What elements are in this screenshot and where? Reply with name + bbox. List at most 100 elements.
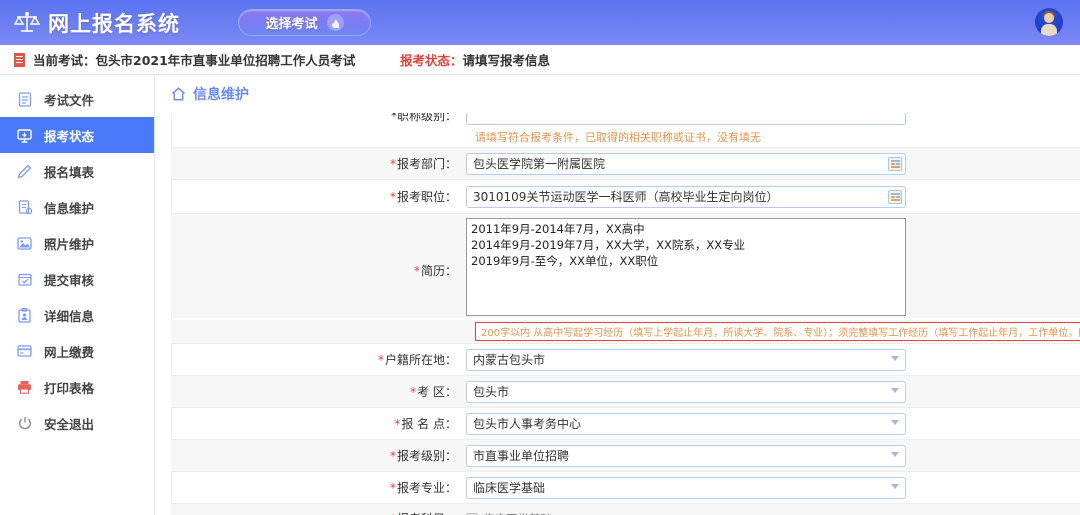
sidebar-label: 安全退出 <box>44 416 95 432</box>
required-mark: * <box>389 157 396 171</box>
sidebar-item-info-maintenance[interactable]: 信息维护 <box>0 189 154 225</box>
sidebar-label: 信息维护 <box>44 200 95 216</box>
household-select[interactable] <box>466 348 906 371</box>
user-avatar-icon[interactable] <box>1035 8 1063 36</box>
position-input-wrap <box>466 185 906 208</box>
exam-area-label: *考 区： <box>171 383 466 400</box>
household-select-wrap <box>466 348 906 371</box>
pencil-edit-icon <box>16 163 33 180</box>
document-icon <box>14 52 25 67</box>
sidebar-label: 网上缴费 <box>44 344 95 360</box>
home-icon <box>171 87 186 101</box>
cut-off-row: *职称级别： <box>171 113 1080 127</box>
apply-subject-label: *报考科目： <box>171 510 466 515</box>
resume-warning-row: 200字以内 从高中写起学习经历（填写上学起止年月，所读大学、院系、专业）；须完… <box>171 320 1080 343</box>
avatar-head <box>1044 13 1054 23</box>
hand-pointer-icon <box>326 14 344 31</box>
resume-textarea[interactable]: 2011年9月-2014年7月，XX高中 2014年9月-2019年7月，XX大… <box>466 218 906 316</box>
apply-level-label-text: 报考级别： <box>396 449 457 463</box>
sidebar-label: 提交审核 <box>44 272 95 288</box>
avatar-body <box>1041 24 1057 36</box>
sidebar-label: 考试文件 <box>44 92 95 108</box>
file-document-icon <box>16 91 33 108</box>
sidebar-label: 报考状态 <box>44 128 95 144</box>
exam-area-row: *考 区： <box>171 375 1080 407</box>
breadcrumb: 信息维护 <box>155 79 1080 109</box>
select-exam-button[interactable]: 选择考试 <box>238 9 371 36</box>
exam-area-select-wrap <box>466 380 906 403</box>
sidebar-item-online-payment[interactable]: 网上缴费 <box>0 333 154 369</box>
sidebar-item-photo-maintenance[interactable]: 照片维护 <box>0 225 154 261</box>
resume-warning-text: 200字以内 从高中写起学习经历（填写上学起止年月，所读大学、院系、专业）；须完… <box>481 328 1080 339</box>
apply-status: 报考状态：请填写报考信息 <box>400 50 550 69</box>
resume-row: *简历： 2011年9月-2014年7月，XX高中 2014年9月-2019年7… <box>171 213 1080 318</box>
department-input-wrap <box>466 152 906 175</box>
sidebar-item-submit-review[interactable]: 提交审核 <box>0 261 154 297</box>
sidebar-item-logout[interactable]: 安全退出 <box>0 405 154 441</box>
apply-level-label: *报考级别： <box>171 447 466 464</box>
position-row: *报考职位： <box>171 179 1080 213</box>
signup-point-row: *报 名 点： <box>171 407 1080 439</box>
sidebar-nav: 考试文件 报考状态 报名填表 信息维护 照片维护 提交审核 详细信息 网上缴费 … <box>0 75 155 515</box>
sidebar-label: 打印表格 <box>44 380 95 396</box>
cut-off-label: *职称级别： <box>390 113 457 123</box>
apply-level-select-wrap <box>466 444 906 467</box>
resume-warning-box: 200字以内 从高中写起学习经历（填写上学起止年月，所读大学、院系、专业）；须完… <box>475 322 1080 341</box>
apply-major-label: *报考专业： <box>171 479 466 496</box>
exam-area-label-text: 考 区： <box>417 385 457 399</box>
photo-image-icon <box>16 235 33 252</box>
exam-status-bar: 当前考试：包头市2021年市直事业单位招聘工作人员考试 报考状态：请填写报考信息 <box>0 45 1080 75</box>
certificate-hint-row: 请填写符合报考条件，已取得的相关职称或证书，没有填无 <box>171 127 1080 147</box>
info-form: *职称级别： 请填写符合报考条件，已取得的相关职称或证书，没有填无 *报考部门： <box>171 113 1080 515</box>
cut-off-input[interactable] <box>466 113 906 125</box>
power-off-icon <box>16 415 33 432</box>
required-mark: * <box>410 385 417 399</box>
breadcrumb-title: 信息维护 <box>193 87 249 103</box>
grid-picker-icon[interactable] <box>888 156 902 171</box>
signup-point-label-text: 报 名 点： <box>401 417 457 431</box>
required-mark: * <box>389 190 396 204</box>
apply-major-row: *报考专业： <box>171 471 1080 503</box>
exam-area-select[interactable] <box>466 380 906 403</box>
clipboard-person-icon <box>16 307 33 324</box>
sidebar-item-apply-status[interactable]: 报考状态 <box>0 117 154 153</box>
app-header: 网上报名系统 选择考试 <box>0 0 1080 45</box>
required-mark: * <box>377 353 384 367</box>
department-label-text: 报考部门： <box>396 157 457 171</box>
apply-major-label-text: 报考专业： <box>396 481 457 495</box>
household-row: *户籍所在地： <box>171 343 1080 375</box>
form-list-icon <box>16 199 33 216</box>
printer-icon <box>16 379 33 396</box>
apply-subject-checkbox-label: 临床医学基础 <box>483 511 552 515</box>
apply-status-value: 请填写报考信息 <box>462 53 551 68</box>
sidebar-item-print-form[interactable]: 打印表格 <box>0 369 154 405</box>
signup-point-select[interactable] <box>466 412 906 435</box>
main-content: 信息维护 *职称级别： 请填写符合报考条件，已取得的相关职称或证书，没有填无 *… <box>155 75 1080 515</box>
position-label-text: 报考职位： <box>396 190 457 204</box>
sidebar-item-exam-files[interactable]: 考试文件 <box>0 81 154 117</box>
apply-status-label: 报考状态： <box>400 53 463 68</box>
department-input[interactable] <box>466 152 906 175</box>
apply-level-row: *报考级别： <box>171 439 1080 471</box>
sidebar-label: 详细信息 <box>44 308 95 324</box>
required-mark: * <box>389 449 396 463</box>
apply-subject-row: *报考科目： 临床医学基础 <box>171 503 1080 515</box>
monitor-status-icon <box>16 127 33 144</box>
resume-label-text: 简历： <box>420 264 457 278</box>
sidebar-item-detail-info[interactable]: 详细信息 <box>0 297 154 333</box>
position-input[interactable] <box>466 185 906 208</box>
page-title: 网上报名系统 <box>48 11 180 36</box>
sidebar-item-application-form[interactable]: 报名填表 <box>0 153 154 189</box>
apply-major-select[interactable] <box>466 476 906 499</box>
signup-point-select-wrap <box>466 412 906 435</box>
department-label: *报考部门： <box>171 155 466 172</box>
sidebar-label: 报名填表 <box>44 164 95 180</box>
required-mark: * <box>389 481 396 495</box>
grid-picker-icon[interactable] <box>888 189 902 204</box>
apply-level-select[interactable] <box>466 444 906 467</box>
household-label: *户籍所在地： <box>171 351 466 368</box>
required-mark: * <box>394 417 401 431</box>
resume-label: *简历： <box>171 214 466 279</box>
certificate-hint-text: 请填写符合报考条件，已取得的相关职称或证书，没有填无 <box>475 131 761 144</box>
required-mark: * <box>413 264 420 278</box>
